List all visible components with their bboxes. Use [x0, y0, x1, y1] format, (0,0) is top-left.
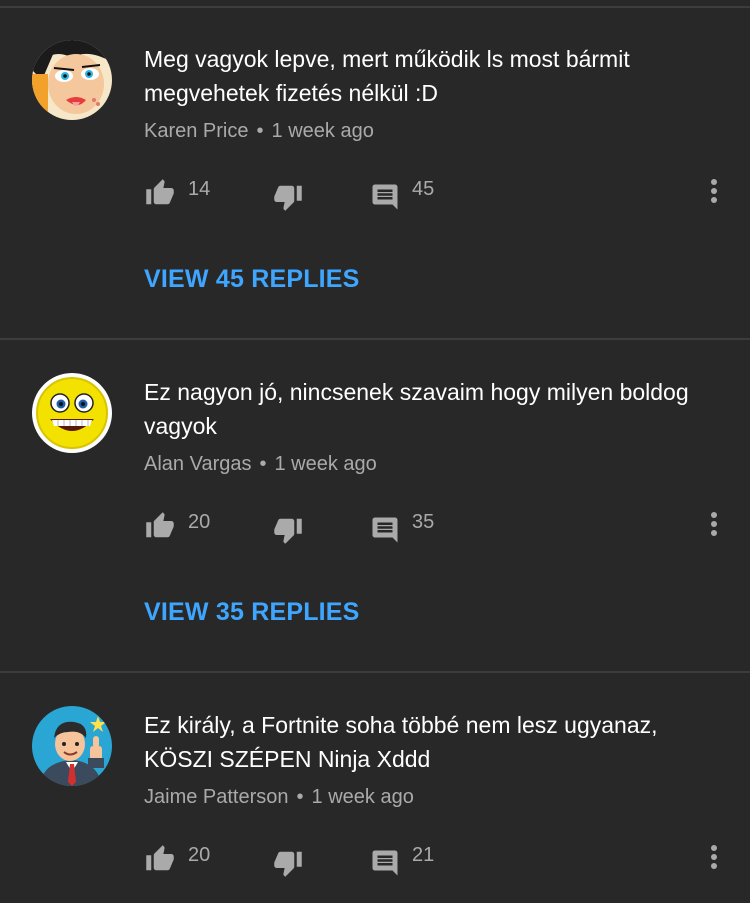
thumbs-down-icon[interactable] [272, 515, 304, 545]
thumbs-up-icon[interactable] [144, 511, 176, 541]
reply-icon[interactable] [370, 515, 400, 545]
author-name[interactable]: Jaime Patterson [144, 786, 289, 808]
reply-count: 45 [412, 178, 435, 200]
comment-time: 1 week ago [271, 120, 374, 142]
comment-text: Ez király, a Fortnite soha többé nem les… [144, 712, 658, 772]
reply-icon[interactable] [370, 182, 400, 212]
author-name[interactable]: Alan Vargas [144, 453, 251, 475]
comment-text: Meg vagyok lepve, mert működik ls most b… [144, 46, 630, 106]
thumbs-down-icon[interactable] [272, 182, 304, 212]
comment-actions: 20 21 [0, 838, 750, 878]
divider [0, 338, 750, 340]
like-count: 14 [188, 178, 211, 200]
thumbs-up-icon[interactable] [144, 844, 176, 874]
more-vert-icon[interactable] [702, 176, 726, 206]
thumbs-down-icon[interactable] [272, 848, 304, 878]
comment-meta: Karen Price • 1 week ago [144, 120, 374, 143]
view-replies-button[interactable]: VIEW 35 REPLIES [144, 598, 360, 627]
comment-meta: Jaime Patterson • 1 week ago [144, 786, 414, 809]
avatar[interactable] [32, 373, 112, 453]
avatar[interactable] [32, 706, 112, 786]
reply-count: 21 [412, 844, 435, 866]
more-vert-icon[interactable] [702, 509, 726, 539]
comment-time: 1 week ago [311, 786, 414, 808]
grinning-face-avatar [32, 373, 112, 453]
comment-actions: 14 45 [0, 172, 750, 212]
comment-time: 1 week ago [274, 453, 377, 475]
meta-separator: • [296, 786, 304, 808]
reply-icon[interactable] [370, 848, 400, 878]
divider [0, 671, 750, 673]
comment: Ez nagyon jó, nincsenek szavaim hogy mil… [0, 373, 750, 633]
view-replies-button[interactable]: VIEW 45 REPLIES [144, 265, 360, 294]
like-count: 20 [188, 844, 211, 866]
comment-actions: 20 35 [0, 505, 750, 545]
comment: Meg vagyok lepve, mert működik ls most b… [0, 40, 750, 300]
comments-feed: Meg vagyok lepve, mert működik ls most b… [0, 0, 750, 903]
comment-meta: Alan Vargas • 1 week ago [144, 453, 377, 476]
comic-woman-avatar [32, 40, 112, 120]
comment: Ez király, a Fortnite soha többé nem les… [0, 706, 750, 896]
businessman-thumbs-up-avatar [32, 706, 112, 786]
meta-separator: • [256, 120, 264, 142]
thumbs-up-icon[interactable] [144, 178, 176, 208]
meta-separator: • [259, 453, 267, 475]
comment-text: Ez nagyon jó, nincsenek szavaim hogy mil… [144, 379, 689, 439]
more-vert-icon[interactable] [702, 842, 726, 872]
reply-count: 35 [412, 511, 435, 533]
divider [0, 6, 750, 8]
like-count: 20 [188, 511, 211, 533]
avatar[interactable] [32, 40, 112, 120]
author-name[interactable]: Karen Price [144, 120, 249, 142]
